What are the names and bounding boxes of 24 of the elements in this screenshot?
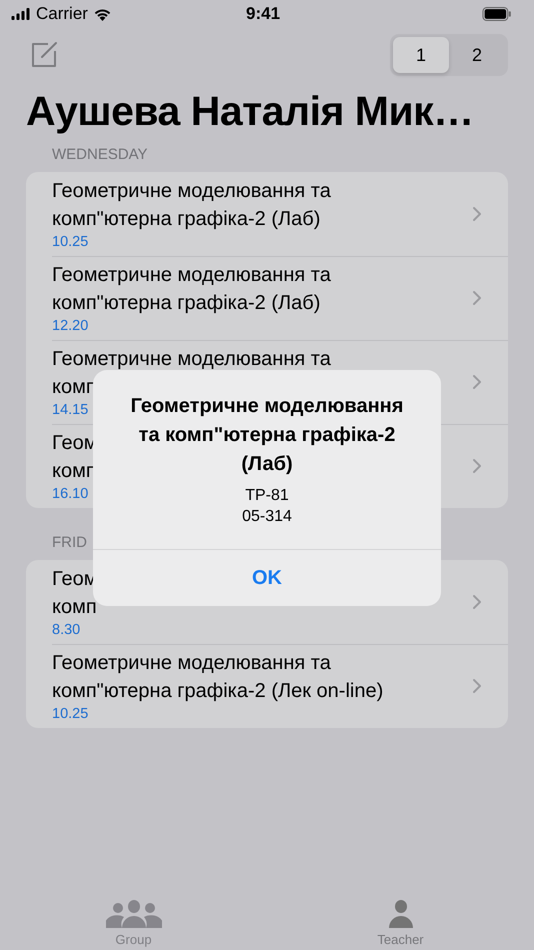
row-title: Геометричне моделювання та — [52, 263, 331, 288]
section-header: FRID — [51, 533, 88, 553]
row-time: 12.20 — [52, 317, 88, 335]
carrier-label: Carrier — [36, 4, 88, 24]
alert-message: 05-314 — [242, 507, 292, 527]
row-title: Геометричне моделювання та — [52, 347, 331, 372]
alert-message: ТР-81 — [245, 486, 289, 506]
page-title: Аушева Наталія Мик… — [25, 87, 475, 136]
row-title: комп"ютерна графіка-2 (Лек on-line) — [52, 679, 384, 704]
tab-label: Group — [115, 932, 152, 947]
row-time: 8.30 — [52, 621, 80, 639]
row-time: 16.10 — [52, 485, 88, 503]
row-time: 10.25 — [52, 233, 88, 251]
row-title: комп — [52, 595, 97, 620]
row-title: комп"ютерна графіка-2 (Лаб) — [52, 207, 320, 232]
row-time: 10.25 — [52, 705, 88, 723]
tab-label: Teacher — [377, 932, 424, 947]
row-title: Геометричне моделювання та — [52, 651, 331, 676]
status-time: 9:41 — [246, 4, 280, 24]
row-time: 14.15 — [52, 401, 88, 419]
row-title: Геометричне моделювання та — [52, 179, 331, 204]
row-title: комп"ютерна графіка-2 (Лаб) — [52, 291, 320, 316]
section-header: WEDNESDAY — [51, 145, 149, 165]
alert-title: Геометричне моделювання та комп"ютерна графіка-2 (Лаб) — [130, 394, 404, 477]
